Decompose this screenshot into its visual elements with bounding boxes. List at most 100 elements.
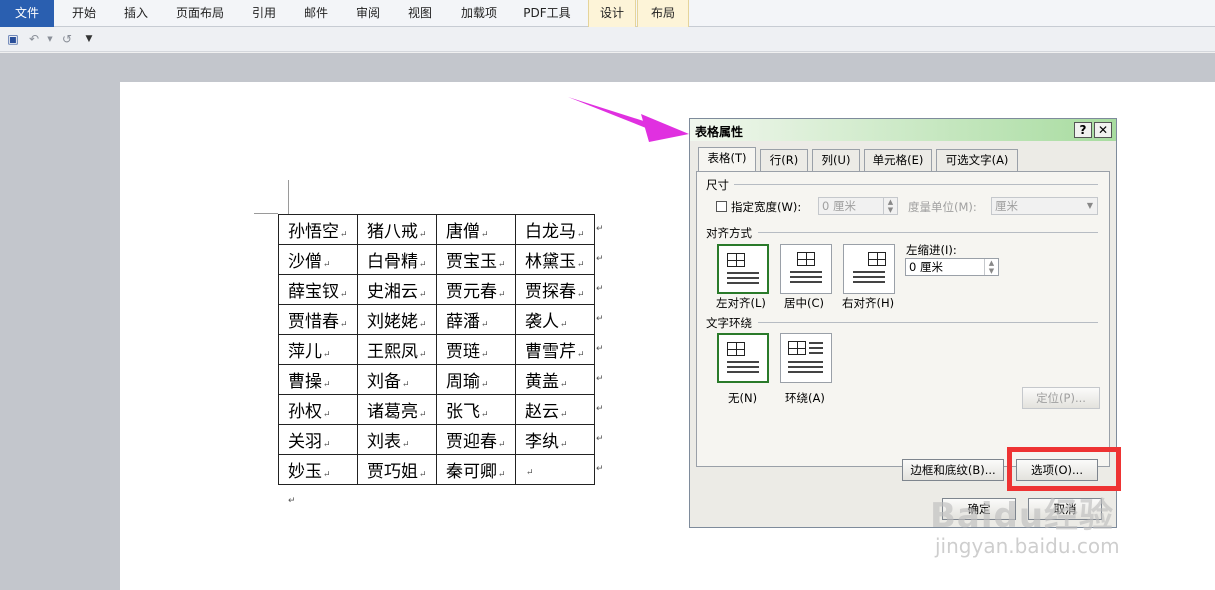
cell-text: 贾琏	[446, 342, 480, 362]
table-cell[interactable]: 曹操↵	[278, 364, 358, 395]
ribbon-tab[interactable]: 开始	[58, 0, 110, 27]
cell-end-mark: ↵	[560, 320, 568, 330]
cell-end-mark: ↵	[560, 410, 568, 420]
ribbon-tab[interactable]: 插入	[110, 0, 162, 27]
left-indent-input[interactable]: 0 厘米 ▲ ▼	[905, 258, 999, 276]
borders-shading-button[interactable]: 边框和底纹(B)...	[902, 459, 1004, 481]
dialog-tab[interactable]: 单元格(E)	[864, 149, 932, 171]
ribbon-tab[interactable]: 页面布局	[163, 0, 237, 27]
table-cell[interactable]: 史湘云↵	[357, 274, 437, 305]
row-end-mark: ↵	[596, 344, 604, 354]
cell-end-mark: ↵	[419, 350, 427, 360]
ribbon-tab[interactable]: 文件	[0, 0, 54, 27]
table-cell[interactable]: 刘备↵	[357, 364, 437, 395]
spin-arrows-icon[interactable]: ▲ ▼	[883, 198, 897, 214]
table-cell[interactable]: 李纨↵	[515, 424, 595, 455]
cell-text: 萍儿	[288, 342, 322, 362]
table-cell[interactable]: ↵	[515, 454, 595, 485]
table-cell[interactable]: 林黛玉↵	[515, 244, 595, 275]
crop-mark	[288, 180, 289, 214]
table-cell[interactable]: 孙权↵	[278, 394, 358, 425]
preferred-width-input[interactable]: 0 厘米 ▲ ▼	[818, 197, 898, 215]
table-cell[interactable]: 妙玉↵	[278, 454, 358, 485]
align-center-option[interactable]	[780, 244, 832, 294]
table-cell[interactable]: 贾琏↵	[436, 334, 516, 365]
cell-end-mark: ↵	[419, 410, 427, 420]
align-right-label: 右对齐(H)	[842, 296, 895, 310]
alignment-group-label: 对齐方式	[706, 226, 752, 240]
ribbon-tab[interactable]: 设计	[588, 0, 636, 27]
ribbon-tab[interactable]: 引用	[240, 0, 288, 27]
document-table[interactable]: 孙悟空↵ 猪八戒↵ 唐僧↵ 白龙马↵ 沙僧↵ 白骨精↵ 贾宝玉↵ 林黛玉↵ 薛宝钗↵ 史湘云↵ 贾元…	[278, 214, 595, 485]
cell-text: 张飞	[446, 402, 480, 422]
ribbon-tab[interactable]: 布局	[637, 0, 689, 27]
table-cell[interactable]: 贾元春↵	[436, 274, 516, 305]
wrap-around-option[interactable]	[780, 333, 832, 383]
table-cell[interactable]: 薛潘↵	[436, 304, 516, 335]
table-cell[interactable]: 袭人↵	[515, 304, 595, 335]
table-cell[interactable]: 刘姥姥↵	[357, 304, 437, 335]
cell-text: 秦可卿	[446, 462, 497, 482]
table-cell[interactable]: 黄盖↵	[515, 364, 595, 395]
table-cell[interactable]: 贾探春↵	[515, 274, 595, 305]
table-cell[interactable]: 王熙凤↵	[357, 334, 437, 365]
table-cell[interactable]: 赵云↵	[515, 394, 595, 425]
spin-arrows-icon[interactable]: ▲ ▼	[984, 259, 998, 275]
table-cell[interactable]: 白骨精↵	[357, 244, 437, 275]
ribbon-tab[interactable]: PDF工具	[512, 0, 582, 27]
table-cell[interactable]: 曹雪芹↵	[515, 334, 595, 365]
table-cell[interactable]: 贾巧姐↵	[357, 454, 437, 485]
ribbon-tab[interactable]: 邮件	[290, 0, 342, 27]
size-group-label: 尺寸	[706, 178, 729, 192]
row-end-mark: ↵	[596, 314, 604, 324]
baidu-watermark-url: jingyan.baidu.com	[935, 534, 1120, 558]
table-cell[interactable]: 诸葛亮↵	[357, 394, 437, 425]
ribbon-tab[interactable]: 视图	[394, 0, 446, 27]
table-cell[interactable]: 萍儿↵	[278, 334, 358, 365]
table-cell[interactable]: 贾宝玉↵	[436, 244, 516, 275]
cell-end-mark: ↵	[340, 320, 348, 330]
table-cell[interactable]: 关羽↵	[278, 424, 358, 455]
wrap-none-option[interactable]	[717, 333, 769, 383]
table-cell[interactable]: 张飞↵	[436, 394, 516, 425]
cell-end-mark: ↵	[419, 290, 427, 300]
dialog-tab[interactable]: 列(U)	[812, 149, 860, 171]
cell-end-mark: ↵	[498, 260, 506, 270]
arrow-head	[641, 114, 689, 142]
text-line	[853, 281, 885, 283]
dialog-tab[interactable]: 可选文字(A)	[936, 149, 1018, 171]
text-line	[809, 352, 823, 354]
help-button[interactable]: ?	[1074, 122, 1092, 138]
align-right-option[interactable]	[843, 244, 895, 294]
cell-text: 周瑜	[446, 372, 480, 392]
customize-dropdown-icon[interactable]: ▼	[82, 32, 96, 46]
chevron-down-icon[interactable]: ▼	[1083, 198, 1097, 214]
position-button[interactable]: 定位(P)...	[1022, 387, 1100, 409]
align-left-option[interactable]	[717, 244, 769, 294]
redo-icon[interactable]: ↺	[60, 32, 74, 46]
table-cell[interactable]: 秦可卿↵	[436, 454, 516, 485]
table-cell[interactable]: 贾迎春↵	[436, 424, 516, 455]
measure-value: 厘米	[995, 199, 1018, 213]
table-cell[interactable]: 贾惜春↵	[278, 304, 358, 335]
table-cell[interactable]: 沙僧↵	[278, 244, 358, 275]
dialog-tab[interactable]: 表格(T)	[698, 147, 756, 172]
ribbon-tab[interactable]: 审阅	[343, 0, 393, 27]
save-icon[interactable]: ▣	[6, 32, 20, 46]
table-cell[interactable]: 薛宝钗↵	[278, 274, 358, 305]
measure-select[interactable]: 厘米 ▼	[991, 197, 1098, 215]
table-cell[interactable]: 白龙马↵	[515, 214, 595, 245]
table-row: 关羽↵ 刘表↵ 贾迎春↵ 李纨↵	[278, 424, 595, 455]
cell-end-mark: ↵	[577, 350, 585, 360]
table-cell[interactable]: 孙悟空↵	[278, 214, 358, 245]
table-cell[interactable]: 周瑜↵	[436, 364, 516, 395]
ribbon-tab[interactable]: 加载项	[448, 0, 510, 27]
close-button[interactable]: ✕	[1094, 122, 1112, 138]
table-cell[interactable]: 猪八戒↵	[357, 214, 437, 245]
table-cell[interactable]: 刘表↵	[357, 424, 437, 455]
dialog-tab[interactable]: 行(R)	[760, 149, 808, 171]
table-cell[interactable]: 唐僧↵	[436, 214, 516, 245]
undo-icon[interactable]: ↶	[27, 32, 41, 46]
preferred-width-checkbox[interactable]	[716, 201, 727, 212]
undo-dropdown-icon[interactable]: ▼	[43, 32, 57, 46]
